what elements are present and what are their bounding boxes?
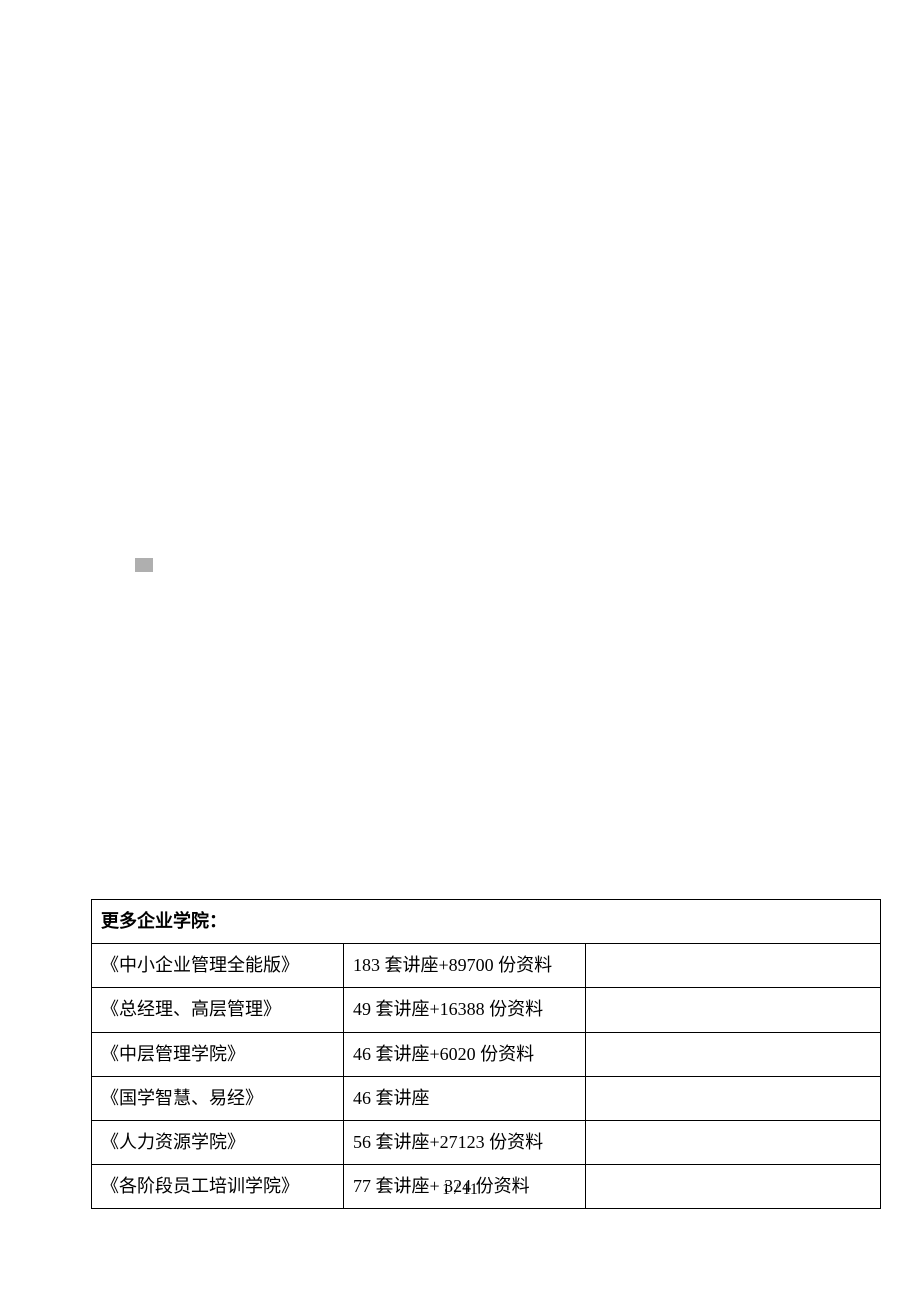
- course-desc: 183 套讲座+89700 份资料: [344, 944, 586, 988]
- course-name: 《国学智慧、易经》: [92, 1076, 344, 1120]
- course-empty: [586, 1032, 881, 1076]
- course-empty: [586, 988, 881, 1032]
- decorative-box: [135, 558, 153, 572]
- course-name: 《中小企业管理全能版》: [92, 944, 344, 988]
- course-empty: [586, 944, 881, 988]
- course-desc: 49 套讲座+16388 份资料: [344, 988, 586, 1032]
- page: 更多企业学院： 《中小企业管理全能版》 183 套讲座+89700 份资料 《总…: [0, 0, 920, 1302]
- table-row: 《国学智慧、易经》 46 套讲座: [92, 1076, 881, 1120]
- table-row: 《总经理、高层管理》 49 套讲座+16388 份资料: [92, 988, 881, 1032]
- table-header-row: 更多企业学院：: [92, 900, 881, 944]
- course-desc: 46 套讲座: [344, 1076, 586, 1120]
- course-name: 《总经理、高层管理》: [92, 988, 344, 1032]
- table-row: 《人力资源学院》 56 套讲座+27123 份资料: [92, 1120, 881, 1164]
- course-table: 更多企业学院： 《中小企业管理全能版》 183 套讲座+89700 份资料 《总…: [91, 899, 881, 1209]
- course-name: 《人力资源学院》: [92, 1120, 344, 1164]
- table-row: 《中小企业管理全能版》 183 套讲座+89700 份资料: [92, 944, 881, 988]
- course-desc: 56 套讲座+27123 份资料: [344, 1120, 586, 1164]
- course-name: 《中层管理学院》: [92, 1032, 344, 1076]
- table-row: 《中层管理学院》 46 套讲座+6020 份资料: [92, 1032, 881, 1076]
- course-desc: 46 套讲座+6020 份资料: [344, 1032, 586, 1076]
- table-title: 更多企业学院：: [92, 900, 881, 944]
- course-empty: [586, 1076, 881, 1120]
- course-empty: [586, 1120, 881, 1164]
- page-number: 1 / 11: [0, 1181, 920, 1199]
